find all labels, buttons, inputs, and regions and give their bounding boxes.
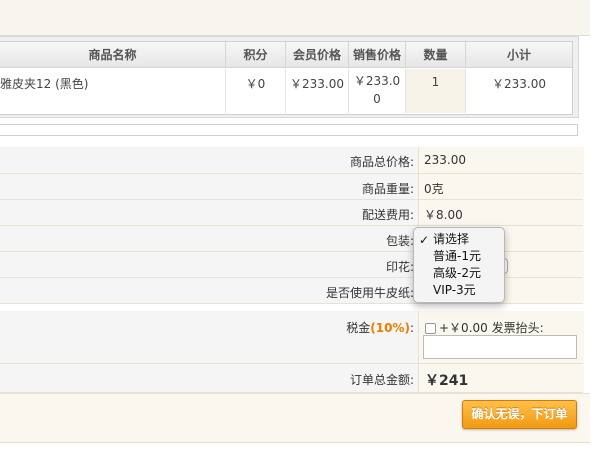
packaging-option-normal[interactable]: 普通-1元 bbox=[433, 248, 481, 264]
sale-price-line2: 0 bbox=[373, 92, 381, 106]
product-name-link[interactable]: 高雅皮夹12 (黑色) bbox=[0, 75, 88, 92]
shipping-value: ￥8.00 bbox=[424, 208, 463, 222]
sale-price-line1: ￥233.0 bbox=[353, 74, 401, 88]
goods-table-panel: 商品名称 积分 会员价格 销售价格 数量 小计 高雅皮夹12 (黑色) ￥0 ￥… bbox=[0, 36, 579, 118]
table-row: 高雅皮夹12 (黑色) bbox=[0, 69, 226, 113]
submit-order-button[interactable]: 确认无误，下订单 bbox=[462, 400, 577, 429]
order-total-value: ￥241 bbox=[425, 373, 469, 389]
packaging-option-premium[interactable]: 高级-2元 bbox=[433, 265, 481, 281]
invoice-checkbox[interactable] bbox=[425, 323, 436, 334]
cell-member-price: ￥233.00 bbox=[286, 69, 349, 113]
divider-bar bbox=[0, 124, 578, 136]
invoice-title-input[interactable] bbox=[423, 335, 577, 359]
goods-total-value: 233.00 bbox=[424, 153, 466, 167]
order-total-label: 订单总金额: bbox=[349, 373, 414, 387]
shipping-label: 配送费用: bbox=[361, 208, 414, 222]
top-band bbox=[0, 0, 590, 35]
header-subtotal: 小计 bbox=[466, 42, 572, 68]
row-goods-total: 商品总价格: 233.00 bbox=[0, 147, 584, 174]
weight-label: 商品重量: bbox=[361, 182, 414, 196]
goods-table: 商品名称 积分 会员价格 销售价格 数量 小计 高雅皮夹12 (黑色) ￥0 ￥… bbox=[0, 41, 573, 115]
row-order-total: 订单总金额: ￥241 bbox=[0, 364, 584, 393]
cell-quantity: 1 bbox=[406, 69, 466, 113]
cell-sale-price: ￥233.0 0 bbox=[349, 69, 406, 113]
row-shipping: 配送费用: ￥8.00 bbox=[0, 200, 584, 226]
header-product-name: 商品名称 bbox=[0, 42, 226, 68]
packaging-option-none[interactable]: 请选择 bbox=[433, 231, 469, 247]
header-sale-price: 销售价格 bbox=[349, 42, 406, 68]
header-member-price: 会员价格 bbox=[286, 42, 349, 68]
cell-points: ￥0 bbox=[226, 69, 286, 113]
row-weight: 商品重量: 0克 bbox=[0, 174, 584, 200]
row-tax: 税金(10%): +￥0.00 发票抬头: bbox=[0, 311, 584, 364]
goods-total-label: 商品总价格: bbox=[349, 155, 414, 169]
printing-label: 印花: bbox=[385, 260, 414, 274]
invoice-title-label: 发票抬头: bbox=[491, 321, 544, 335]
packaging-option-vip[interactable]: VIP-3元 bbox=[433, 282, 476, 298]
packaging-dropdown-menu[interactable]: ✓ 请选择 普通-1元 高级-2元 VIP-3元 bbox=[413, 227, 505, 303]
packaging-label: 包装: bbox=[385, 234, 414, 248]
checkmark-icon: ✓ bbox=[419, 233, 430, 247]
header-quantity: 数量 bbox=[406, 42, 466, 68]
weight-value: 0克 bbox=[424, 182, 444, 196]
tax-rate: (10%) bbox=[370, 321, 410, 335]
cell-subtotal: ￥233.00 bbox=[492, 77, 546, 91]
tax-value: +￥0.00 bbox=[439, 321, 488, 335]
header-points: 积分 bbox=[226, 42, 286, 68]
tax-label: 税金(10%): bbox=[346, 321, 414, 335]
kraft-paper-label: 是否使用牛皮纸: bbox=[325, 286, 414, 300]
